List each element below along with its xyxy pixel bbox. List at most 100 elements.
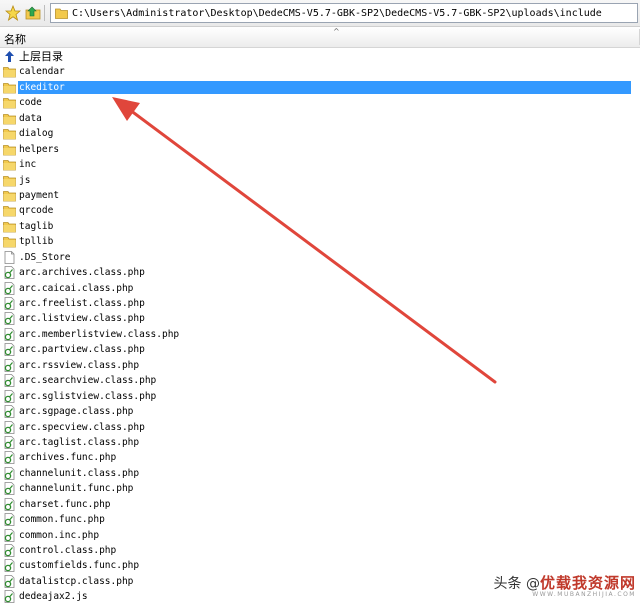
file-item[interactable]: common.func.php [0, 512, 640, 527]
php-file-icon [3, 513, 16, 527]
item-label: data [19, 112, 42, 124]
item-label: channelunit.class.php [19, 467, 140, 479]
folder-icon [3, 235, 16, 248]
folder-item[interactable]: data [0, 111, 640, 126]
item-label: common.func.php [19, 514, 105, 526]
file-item[interactable]: arc.taglist.class.php [0, 435, 640, 450]
item-label: arc.caicai.class.php [19, 282, 134, 294]
folder-item[interactable]: helpers [0, 142, 640, 157]
item-label: helpers [19, 143, 60, 155]
folder-item[interactable]: js [0, 173, 640, 188]
watermark-prefix: 头条 @ [493, 576, 540, 592]
php-file-icon [3, 312, 16, 326]
file-item[interactable]: common.inc.php [0, 528, 640, 543]
item-label: arc.archives.class.php [19, 267, 145, 279]
file-item[interactable]: .DS_Store [0, 250, 640, 265]
folder-icon [3, 81, 16, 94]
php-file-icon [3, 327, 16, 341]
file-item[interactable]: control.class.php [0, 543, 640, 558]
php-file-icon [3, 544, 16, 557]
item-label: tpllib [19, 236, 54, 248]
folder-item[interactable]: code [0, 95, 640, 110]
folder-icon [55, 7, 68, 22]
item-label: arc.freelist.class.php [19, 298, 145, 309]
php-file-icon [3, 497, 16, 511]
php-file-icon [3, 297, 16, 310]
file-item[interactable]: arc.sglistview.class.php [0, 389, 640, 404]
folder-item[interactable]: dialog [0, 126, 640, 141]
item-label: customfields.func.php [19, 560, 140, 572]
folder-icon [3, 96, 16, 109]
folder-icon [3, 189, 16, 202]
item-label: channelunit.func.php [19, 483, 134, 495]
item-label: 上层目录 [19, 50, 63, 63]
file-item[interactable]: archives.func.php [0, 450, 640, 465]
item-label: control.class.php [19, 545, 117, 556]
address-bar[interactable]: C:\Users\Administrator\Desktop\DedeCMS-V… [50, 3, 638, 23]
folder-item[interactable]: qrcode [0, 203, 640, 218]
item-label: common.inc.php [19, 529, 100, 541]
folder-item[interactable]: tpllib [0, 234, 640, 249]
watermark-brand: 优载我资源网 [539, 574, 636, 592]
watermark: 头条 @优载我资源网 WWW.MUBANZHIJIA.COM [494, 572, 636, 598]
item-label: payment [19, 189, 60, 201]
php-file-icon [3, 420, 16, 434]
folder-item[interactable]: taglib [0, 219, 640, 234]
item-label: qrcode [19, 205, 54, 217]
sort-ascending-icon: ^ [333, 27, 340, 36]
folder-icon [3, 65, 16, 78]
column-header: 名称 ^ [0, 27, 640, 48]
item-label: charset.func.php [19, 498, 111, 510]
item-label: calendar [19, 66, 65, 78]
file-item[interactable]: arc.caicai.class.php [0, 281, 640, 296]
php-file-icon [3, 358, 16, 372]
file-item[interactable]: arc.rssview.class.php [0, 358, 640, 373]
item-label: inc [19, 159, 37, 171]
item-label: dedeajax2.js [19, 591, 88, 603]
php-file-icon [3, 574, 16, 588]
php-file-icon [3, 559, 16, 573]
file-item[interactable]: arc.partview.class.php [0, 342, 640, 357]
file-item[interactable]: arc.freelist.class.php [0, 296, 640, 311]
folder-item[interactable]: ckeditor [0, 80, 640, 95]
file-item[interactable]: arc.memberlistview.class.php [0, 327, 640, 342]
file-item[interactable]: arc.specview.class.php [0, 420, 640, 435]
column-header-name[interactable]: 名称 [4, 31, 26, 47]
folder-item[interactable]: calendar [0, 64, 640, 79]
php-file-icon [3, 389, 16, 403]
item-label: arc.taglist.class.php [19, 436, 140, 448]
php-file-icon [3, 482, 16, 496]
folder-icon [3, 127, 16, 140]
file-item[interactable]: arc.archives.class.php [0, 265, 640, 280]
item-label: taglib [19, 220, 54, 232]
folder-item[interactable]: payment [0, 188, 640, 203]
php-file-icon [3, 528, 16, 542]
php-file-icon [3, 266, 16, 280]
item-label: arc.partview.class.php [19, 344, 145, 356]
folder-icon [3, 204, 16, 217]
php-file-icon [3, 374, 16, 388]
folder-icon [3, 158, 16, 171]
item-label: arc.sgpage.class.php [19, 406, 134, 418]
parent-directory-item[interactable]: 上层目录 [0, 49, 640, 64]
item-label: archives.func.php [19, 452, 117, 464]
toolbar: C:\Users\Administrator\Desktop\DedeCMS-V… [0, 0, 640, 27]
item-label: ckeditor [18, 80, 631, 94]
item-label: .DS_Store [19, 251, 71, 263]
folder-icon [3, 143, 16, 156]
address-path: C:\Users\Administrator\Desktop\DedeCMS-V… [72, 8, 602, 19]
go-up-folder-icon[interactable] [24, 4, 42, 22]
file-list: 上层目录 calendar ckeditor code data dialog helper… [0, 49, 640, 605]
item-label: arc.searchview.class.php [19, 375, 157, 387]
item-label: datalistcp.class.php [19, 575, 134, 587]
favorites-star-icon[interactable] [4, 4, 22, 22]
file-item[interactable]: channelunit.func.php [0, 481, 640, 496]
file-item[interactable]: arc.searchview.class.php [0, 373, 640, 388]
file-item[interactable]: arc.listview.class.php [0, 311, 640, 326]
file-item[interactable]: channelunit.class.php [0, 466, 640, 481]
file-item[interactable]: charset.func.php [0, 497, 640, 512]
php-file-icon [3, 590, 16, 604]
folder-item[interactable]: inc [0, 157, 640, 172]
file-item[interactable]: arc.sgpage.class.php [0, 404, 640, 419]
item-label: arc.listview.class.php [19, 313, 145, 325]
